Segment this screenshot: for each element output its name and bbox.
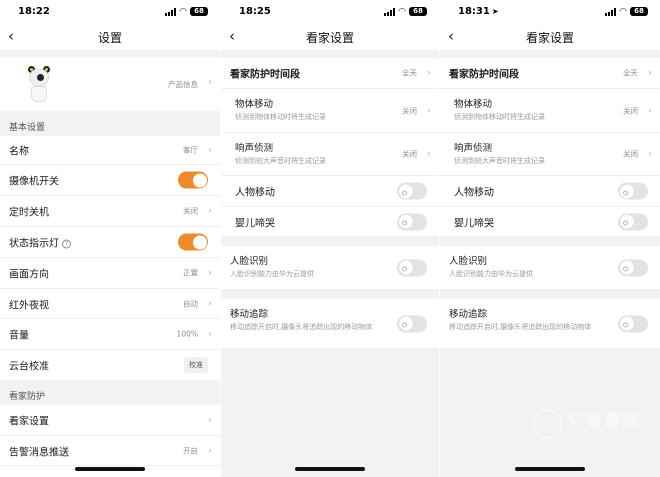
nav-bar: ‹ 设置 — [0, 24, 220, 50]
row-human-motion: 人物移动 — [221, 176, 439, 207]
chevron-right-icon: › — [427, 67, 431, 79]
baby-cry-toggle[interactable] — [397, 213, 427, 230]
battery-icon: 68 — [630, 7, 648, 16]
chevron-right-icon: › — [208, 445, 212, 456]
row-sound-detect[interactable]: 响声侦测 侦测到较大声音时将生成记录 关闭 › — [221, 133, 439, 176]
status-time: 18:31 ➤ — [458, 6, 499, 17]
battery-icon: 68 — [190, 7, 208, 16]
phone-screen-guard-settings-2: 18:31 ➤ ◠ 68 ‹ 看家设置 看家防护时间段 全天 › 物体移动 侦测到… — [440, 0, 660, 477]
status-bar: 18:31 ➤ ◠ 68 — [440, 0, 660, 24]
home-indicator[interactable] — [515, 467, 585, 471]
row-camera-switch: 摄像机开关 — [0, 165, 220, 196]
status-time: 18:25 — [239, 6, 271, 17]
chevron-right-icon: › — [208, 77, 212, 88]
row-ptz-calibration: 云台校准 校准 — [0, 350, 220, 381]
location-arrow-icon: ➤ — [491, 7, 499, 16]
nav-bar: ‹ 看家设置 — [440, 24, 660, 50]
baby-cry-toggle[interactable] — [618, 213, 648, 230]
product-card[interactable]: 产品信息 › — [0, 57, 220, 111]
product-info-link: 产品信息 — [168, 80, 198, 89]
signal-icon — [165, 7, 177, 16]
row-human-motion: 人物移动 — [440, 176, 660, 207]
chevron-right-icon: › — [208, 298, 212, 309]
chevron-right-icon: › — [208, 328, 212, 340]
face-recognition-toggle[interactable] — [397, 259, 427, 276]
row-motion-tracking: 移动追踪 移动追踪开启时,摄像头将追踪出现的移动物体 — [221, 299, 439, 349]
chevron-right-icon: › — [648, 148, 652, 160]
row-guard-settings[interactable]: 看家设置 › — [0, 405, 220, 436]
chevron-right-icon: › — [648, 67, 652, 79]
row-status-light: 状态指示灯? — [0, 227, 220, 258]
row-face-recognition: 人脸识别 人脸识别能力由华为云提供 — [221, 246, 439, 290]
row-motion-detect[interactable]: 物体移动 侦测到物体移动时将生成记录 关闭 › — [221, 89, 439, 133]
row-guard-period[interactable]: 看家防护时间段 全天 › — [221, 58, 439, 89]
page-title: 看家设置 — [305, 31, 354, 45]
row-guard-period[interactable]: 看家防护时间段 全天 › — [440, 58, 660, 89]
signal-icon — [384, 7, 396, 16]
home-indicator[interactable] — [295, 467, 365, 471]
face-recognition-toggle[interactable] — [618, 259, 648, 276]
nav-bar: ‹ 看家设置 — [221, 24, 439, 50]
home-indicator[interactable] — [75, 467, 145, 471]
row-face-recognition: 人脸识别 人脸识别能力由华为云提供 — [440, 246, 660, 290]
motion-tracking-toggle[interactable] — [397, 315, 427, 332]
row-motion-tracking: 移动追踪 移动追踪开启时,摄像头将追踪出现的移动物体 — [440, 299, 660, 349]
row-sound-detect[interactable]: 响声侦测 侦测到较大声音时将生成记录 关闭 › — [440, 133, 660, 176]
phone-screen-settings: 18:22 ◠ 68 ‹ 设置 产品信息 › 基本设置 名称 客厅 › 摄像机开… — [0, 0, 220, 477]
human-motion-toggle[interactable] — [397, 182, 427, 200]
chevron-right-icon: › — [427, 105, 431, 116]
chevron-right-icon: › — [648, 105, 652, 116]
human-motion-toggle[interactable] — [618, 182, 648, 200]
chevron-right-icon: › — [208, 267, 212, 279]
section-header-guard: 看家防护 — [0, 381, 220, 405]
chevron-right-icon: › — [208, 144, 212, 156]
motion-tracking-toggle[interactable] — [618, 315, 648, 332]
camera-device-icon — [26, 65, 52, 103]
calibrate-button[interactable]: 校准 — [184, 357, 208, 373]
battery-icon: 68 — [409, 7, 427, 16]
status-bar: 18:25 ◠ 68 — [221, 0, 439, 24]
chevron-right-icon: › — [208, 205, 212, 217]
row-alert-push[interactable]: 告警消息推送 开启 › — [0, 436, 220, 466]
chevron-right-icon: › — [208, 414, 212, 426]
row-volume[interactable]: 音量 100% › — [0, 319, 220, 350]
status-bar: 18:22 ◠ 68 — [0, 0, 220, 24]
row-orientation[interactable]: 画面方向 正置 › — [0, 258, 220, 289]
mushroom-logo-icon — [532, 409, 562, 439]
row-baby-cry: 婴儿啼哭 — [221, 207, 439, 237]
status-icons: ◠ 68 — [384, 7, 427, 16]
signal-icon — [605, 7, 617, 16]
help-icon[interactable]: ? — [62, 239, 71, 249]
page-title: 设置 — [97, 31, 122, 45]
wifi-icon: ◠ — [619, 6, 627, 17]
row-motion-detect[interactable]: 物体移动 侦测到物体移动时将生成记录 关闭 › — [440, 89, 660, 133]
chevron-right-icon: › — [427, 148, 431, 160]
camera-switch-toggle[interactable] — [178, 171, 208, 189]
phone-screen-guard-settings-1: 18:25 ◠ 68 ‹ 看家设置 看家防护时间段 全天 › 物体移动 侦测到物… — [221, 0, 439, 477]
section-header-basic: 基本设置 — [0, 111, 220, 136]
status-icons: ◠ 68 — [605, 7, 648, 16]
row-baby-cry: 婴儿啼哭 — [440, 207, 660, 237]
wifi-icon: ◠ — [398, 6, 406, 17]
row-name[interactable]: 名称 客厅 › — [0, 136, 220, 165]
wifi-icon: ◠ — [179, 6, 187, 17]
status-icons: ◠ 68 — [165, 7, 208, 16]
row-ir-night[interactable]: 红外夜视 自动 › — [0, 289, 220, 319]
status-time: 18:22 — [18, 6, 50, 17]
status-light-toggle[interactable] — [178, 233, 208, 251]
watermark-logo: 亿智蘑菇 yizhimogu — [532, 405, 652, 445]
row-timer-off[interactable]: 定时关机 关闭 › — [0, 196, 220, 227]
page-title: 看家设置 — [525, 31, 574, 45]
